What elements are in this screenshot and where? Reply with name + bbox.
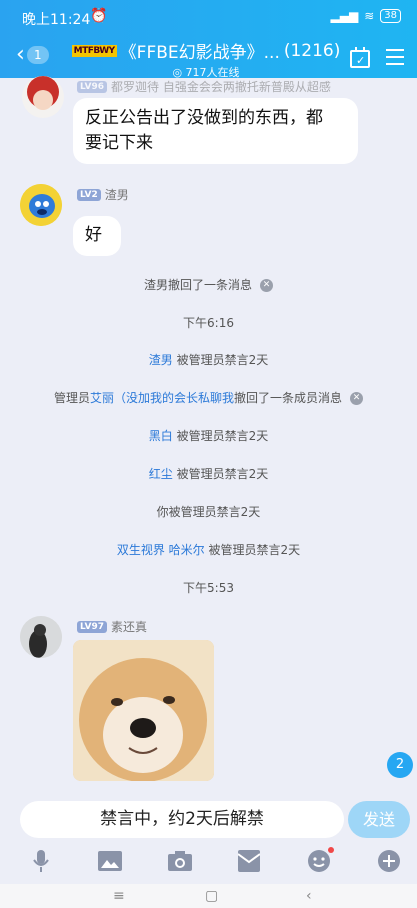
emoji-icon[interactable] [306,847,334,874]
new-message-badge[interactable]: 2 [387,752,413,778]
signal-icon: ▂▄▆ [330,9,359,23]
toolbar [0,844,417,878]
home-nav-icon[interactable]: ▢ [205,888,218,904]
status-indicators: ▂▄▆ ≋ 38 [331,9,401,23]
microphone-icon[interactable] [28,848,54,874]
user-link[interactable]: 红尘 [149,467,173,481]
title-bar: ‹ 1 MTFBWY 《FFBE幻影战争》... (1216) ◎ 717人在线… [0,36,417,80]
battery-icon: 38 [380,9,401,23]
back-button[interactable]: ‹ 1 [16,44,49,66]
ban-notice: 红尘 被管理员禁言2天 [148,467,269,481]
level-badge: LV2 [77,188,101,201]
menu-nav-icon[interactable]: ≡ [113,888,125,904]
admin-recall-notice: 管理员艾丽（没加我的会长私聊我撤回了一条成员消息 ✕ [0,389,417,406]
message-input[interactable]: 禁言中，约2天后解禁 [20,801,344,838]
header: 晚上11:24 ⏰ ▂▄▆ ≋ 38 ‹ 1 MTFBWY 《FFBE幻影战争》… [0,0,417,80]
back-nav-icon[interactable]: ‹ [306,888,312,904]
message-bubble[interactable]: 反正公告出了没做到的东西，都 要记下来 [73,98,358,164]
sender-name: LV2 渣男 [77,186,129,203]
self-ban-notice: 你被管理员禁言2天 [156,505,261,519]
calendar-check-icon[interactable]: ✓ [350,47,370,68]
unread-count-badge: 1 [26,46,49,64]
menu-icon[interactable] [386,49,404,70]
alarm-icon: ⏰ [90,8,108,24]
image-message[interactable] [73,640,214,781]
timestamp: 下午6:16 [183,316,234,330]
notification-dot [328,847,334,853]
ban-notice: 渣男 被管理员禁言2天 [148,353,269,367]
ban-notice: 双生视界 哈米尔 被管理员禁言2天 [116,543,301,557]
status-time: 晚上11:24 [22,12,91,28]
user-link[interactable]: 双生视界 哈米尔 [117,543,205,557]
image-icon[interactable] [97,848,123,874]
member-count: (1216) [283,40,341,61]
group-tag: MTFBWY [71,44,117,57]
recall-notice: 渣男撤回了一条消息 ✕ [0,276,417,293]
avatar[interactable] [22,76,64,118]
avatar[interactable] [20,184,62,226]
admin-link[interactable]: 艾丽（没加我的会长私聊我 [90,391,234,405]
message-bubble[interactable]: 好 [73,216,121,256]
user-link[interactable]: 渣男 [149,353,173,367]
group-name: 《FFBE幻影战争》... [119,43,280,63]
timestamp: 下午5:53 [183,581,234,595]
chevron-left-icon: ‹ [16,42,25,67]
close-icon[interactable]: ✕ [260,279,273,292]
send-button[interactable]: 发送 [348,801,410,838]
input-bar: 禁言中，约2天后解禁 发送 [0,788,417,884]
plus-icon[interactable] [376,848,402,874]
system-nav-bar: ≡ ▢ ‹ [0,884,417,908]
ban-notice: 黑白 被管理员禁言2天 [148,429,269,443]
sender-name: LV97 素还真 [77,618,147,635]
chat-title[interactable]: MTFBWY 《FFBE幻影战争》... (1216) ◎ 717人在线 [70,38,342,80]
status-bar: 晚上11:24 ⏰ ▂▄▆ ≋ 38 [0,0,417,36]
close-icon[interactable]: ✕ [350,392,364,405]
sender-name: LV96 都罗迦待 自强金会会两撤托新普殿从超感 [77,78,331,95]
user-link[interactable]: 黑白 [149,429,173,443]
red-packet-icon[interactable] [236,848,262,874]
level-badge: LV96 [77,80,107,93]
camera-icon[interactable] [167,848,193,874]
wifi-icon: ≋ [364,9,375,23]
level-badge: LV97 [77,620,107,633]
avatar[interactable] [20,616,62,658]
